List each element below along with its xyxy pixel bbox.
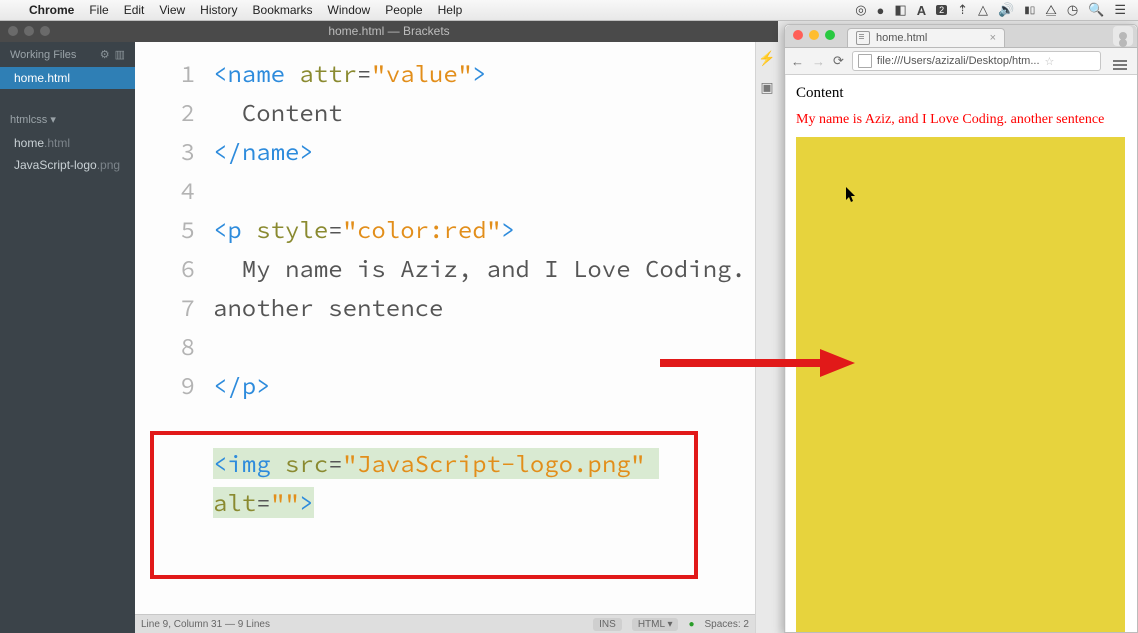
app-name[interactable]: Chrome bbox=[29, 3, 74, 17]
window-zoom-icon[interactable] bbox=[40, 26, 50, 36]
menu-extra-icon[interactable]: ☰ bbox=[1114, 2, 1126, 18]
file-favicon-icon bbox=[856, 31, 870, 45]
right-toolbar: ⚡ ▣ bbox=[755, 42, 778, 633]
drive-icon[interactable]: △ bbox=[978, 2, 988, 18]
back-button[interactable]: ← bbox=[791, 54, 804, 69]
project-header[interactable]: htmlcss ▾ bbox=[0, 107, 135, 132]
page-viewport[interactable]: Content My name is Aziz, and I Love Codi… bbox=[785, 75, 1137, 632]
clock-icon[interactable]: ◷ bbox=[1067, 2, 1078, 18]
menu-people[interactable]: People bbox=[385, 3, 422, 17]
lang-indicator[interactable]: HTML ▾ bbox=[632, 618, 679, 631]
line-gutter: 123456789 bbox=[135, 42, 205, 614]
address-bar[interactable]: file:///Users/azizali/Desktop/htm... ☆ bbox=[852, 51, 1101, 71]
working-files-header[interactable]: Working Files ⚙ ▥ bbox=[0, 42, 135, 67]
statusbar: Line 9, Column 31 — 9 Lines INS HTML ▾ ●… bbox=[135, 614, 755, 633]
bookmark-star-icon[interactable]: ☆ bbox=[1045, 55, 1055, 68]
tab-title: home.html bbox=[876, 32, 927, 44]
two-icon[interactable]: 2 bbox=[936, 5, 947, 15]
extensions-icon[interactable]: ▣ bbox=[760, 79, 773, 96]
window-close-icon[interactable] bbox=[793, 30, 803, 40]
menu-history[interactable]: History bbox=[200, 3, 237, 17]
cloud-icon[interactable]: ◧ bbox=[894, 2, 906, 18]
brackets-sidebar: Working Files ⚙ ▥ home.html htmlcss ▾ ho… bbox=[0, 42, 135, 633]
url-text: file:///Users/azizali/Desktop/htm... bbox=[877, 55, 1040, 67]
spaces-indicator[interactable]: Spaces: 2 bbox=[705, 619, 749, 630]
live-preview-icon[interactable]: ⚡ bbox=[758, 50, 775, 67]
notification-icon[interactable]: ◎ bbox=[855, 2, 866, 18]
spotlight-icon[interactable]: 🔍 bbox=[1088, 2, 1104, 18]
menu-file[interactable]: File bbox=[89, 3, 108, 17]
chrome-toolbar: ← → ⟳ file:///Users/azizali/Desktop/htm.… bbox=[785, 48, 1137, 75]
chrome-window: home.html × ← → ⟳ file:///Users/azizali/… bbox=[784, 24, 1138, 633]
forward-button[interactable]: → bbox=[812, 54, 825, 69]
window-close-icon[interactable] bbox=[8, 26, 18, 36]
dropbox-icon[interactable]: ⇡ bbox=[957, 2, 968, 18]
window-minimize-icon[interactable] bbox=[24, 26, 34, 36]
window-minimize-icon[interactable] bbox=[809, 30, 819, 40]
battery-icon[interactable]: ▮▯ bbox=[1024, 5, 1035, 16]
menu-bookmarks[interactable]: Bookmarks bbox=[253, 3, 313, 17]
circle-icon[interactable]: ● bbox=[877, 3, 885, 18]
menu-window[interactable]: Window bbox=[328, 3, 371, 17]
wifi-icon[interactable]: ⧋ bbox=[1045, 2, 1057, 18]
chrome-tabbar: home.html × bbox=[785, 25, 1137, 48]
project-file-jslogo[interactable]: JavaScript-logo.png bbox=[0, 154, 135, 176]
tab-close-icon[interactable]: × bbox=[990, 32, 996, 44]
menu-view[interactable]: View bbox=[159, 3, 185, 17]
window-zoom-icon[interactable] bbox=[825, 30, 835, 40]
adobe-icon[interactable]: A bbox=[917, 3, 926, 18]
menu-edit[interactable]: Edit bbox=[124, 3, 145, 17]
brackets-titlebar: home.html — Brackets bbox=[0, 20, 778, 42]
working-file-home[interactable]: home.html bbox=[0, 67, 135, 89]
brackets-window: home.html — Brackets Working Files ⚙ ▥ h… bbox=[0, 20, 778, 633]
project-file-home[interactable]: home.html bbox=[0, 132, 135, 154]
page-icon bbox=[858, 54, 872, 68]
ins-indicator[interactable]: INS bbox=[593, 618, 622, 631]
reload-button[interactable]: ⟳ bbox=[833, 53, 844, 69]
editor-pane[interactable]: 123456789 <name attr="value"> Content </… bbox=[135, 42, 755, 633]
macos-menubar: Chrome File Edit View History Bookmarks … bbox=[0, 0, 1138, 21]
volume-icon[interactable]: 🔊 bbox=[998, 2, 1014, 18]
javascript-logo-image bbox=[796, 137, 1125, 632]
gear-icon[interactable]: ⚙ bbox=[100, 48, 110, 61]
brackets-title: home.html — Brackets bbox=[328, 24, 449, 38]
content-text: Content bbox=[796, 85, 1127, 102]
mouse-cursor-icon bbox=[846, 187, 857, 204]
browser-tab[interactable]: home.html × bbox=[847, 28, 1005, 47]
split-icon[interactable]: ▥ bbox=[115, 48, 125, 61]
cursor-position: Line 9, Column 31 — 9 Lines bbox=[141, 619, 270, 630]
menu-help[interactable]: Help bbox=[438, 3, 463, 17]
code-area[interactable]: <name attr="value"> Content </name> <p s… bbox=[205, 42, 755, 614]
errors-icon[interactable]: ● bbox=[688, 619, 694, 630]
profile-icon[interactable] bbox=[1113, 26, 1133, 46]
red-paragraph: My name is Aziz, and I Love Coding. anot… bbox=[796, 112, 1127, 128]
menu-button[interactable] bbox=[1109, 54, 1131, 69]
